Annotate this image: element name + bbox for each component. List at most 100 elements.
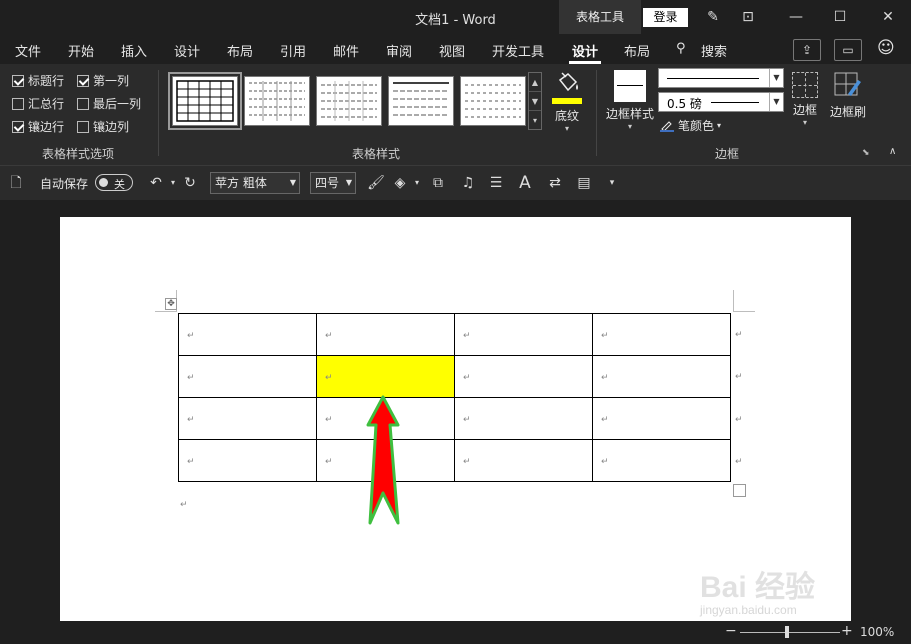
checkbox-box[interactable]: [12, 97, 24, 110]
border-styles-button[interactable]: 边框样式 ▾: [603, 68, 657, 138]
table-cell[interactable]: ↵: [592, 439, 731, 482]
tab-insert[interactable]: 插入: [121, 41, 147, 60]
zoom-level[interactable]: 100%: [860, 625, 894, 639]
checkbox-box[interactable]: [77, 120, 89, 133]
quick-access-toolbar: 🗋 自动保存 关 ↶ ▾ ↻ 苹方 粗体 ▼ 四号 ▼ 🖌 ◈ ▾ ⧉ ♫ ☰ …: [0, 166, 911, 200]
paragraph-format-icon[interactable]: ☰: [486, 172, 506, 194]
smiley-icon[interactable]: ☺: [877, 38, 895, 58]
checkbox-total-row[interactable]: 汇总行: [12, 95, 64, 112]
paragraph-mark: ↵: [463, 373, 471, 383]
table-cell[interactable]: ↵: [178, 397, 317, 440]
word-table[interactable]: ↵ ↵ ↵ ↵ ↵ ↵ ↵ ↵ ↵ ↵ ↵ ↵ ↵ ↵ ↵ ↵: [178, 313, 731, 482]
gallery-scroll[interactable]: ▲ ▼ ▾: [528, 72, 542, 130]
title-bar: 文档1 - Word 表格工具 登录 ✎ ⊡ — ☐ ✕: [0, 0, 911, 34]
customize-toolbar-icon[interactable]: ▾: [602, 172, 622, 194]
gallery-more-icon[interactable]: ▾: [529, 111, 541, 130]
tab-table-design[interactable]: 设计: [572, 41, 598, 60]
checkbox-header-row[interactable]: 标题行: [12, 72, 64, 89]
compare-icon[interactable]: ⇄: [545, 172, 565, 194]
pen-icon[interactable]: ✎: [701, 6, 725, 28]
table-cell[interactable]: ↵: [454, 355, 593, 398]
table-cell[interactable]: ↵: [178, 355, 317, 398]
tab-home[interactable]: 开始: [68, 41, 94, 60]
table-cell[interactable]: ↵: [592, 397, 731, 440]
table-cell[interactable]: ↵: [316, 313, 455, 356]
tab-table-layout[interactable]: 布局: [624, 41, 650, 60]
table-style-grid[interactable]: [168, 72, 242, 130]
page-setup-icon[interactable]: ▤: [574, 172, 594, 194]
table-cell[interactable]: ↵: [592, 313, 731, 356]
table-style-plain-3-preview: [393, 82, 449, 116]
text-style-icon[interactable]: A: [515, 172, 535, 194]
zoom-in-button[interactable]: +: [841, 623, 853, 639]
share-icon[interactable]: ⇪: [793, 39, 821, 61]
tab-developer[interactable]: 开发工具: [492, 41, 544, 60]
pen-color-button[interactable]: 笔颜色 ▾: [660, 117, 721, 134]
tab-layout[interactable]: 布局: [227, 41, 253, 60]
shading-button[interactable]: 底纹 ▾: [548, 68, 586, 138]
line-weight-select[interactable]: 0.5 磅 ▼: [658, 92, 784, 112]
maximize-icon[interactable]: ☐: [828, 6, 852, 28]
search-icon[interactable]: ⚲: [676, 41, 686, 56]
search-label[interactable]: 搜索: [701, 41, 727, 60]
new-document-icon[interactable]: 🗋: [6, 172, 26, 194]
zoom-slider-thumb[interactable]: [785, 626, 789, 638]
chevron-down-icon[interactable]: ▼: [290, 173, 296, 193]
close-icon[interactable]: ✕: [876, 6, 900, 28]
autosave-toggle[interactable]: 关: [95, 174, 133, 191]
tab-design[interactable]: 设计: [174, 41, 200, 60]
tab-mailings[interactable]: 邮件: [333, 41, 359, 60]
tab-references[interactable]: 引用: [280, 41, 306, 60]
checkbox-banded-rows[interactable]: 镶边行: [12, 118, 64, 135]
checkbox-box[interactable]: [12, 120, 24, 133]
redo-icon[interactable]: ↻: [180, 172, 200, 194]
table-style-plain-2[interactable]: [316, 76, 382, 126]
table-resize-handle[interactable]: [733, 484, 746, 497]
checkbox-banded-columns[interactable]: 镶边列: [77, 118, 129, 135]
collapse-ribbon-icon[interactable]: ∧: [889, 146, 896, 157]
zoom-slider-track[interactable]: [740, 632, 840, 633]
menu-bar: 文件 开始 插入 设计 布局 引用 邮件 审阅 视图 开发工具 设计 布局 ⚲ …: [0, 34, 911, 64]
format-painter-icon[interactable]: 🖌: [366, 172, 386, 194]
read-aloud-icon[interactable]: ♫: [458, 172, 478, 194]
table-cell[interactable]: ↵: [178, 439, 317, 482]
table-move-handle-icon[interactable]: ✥: [165, 298, 177, 310]
borders-button[interactable]: 边框 ▾: [789, 72, 821, 136]
font-size-select[interactable]: 四号 ▼: [310, 172, 356, 194]
checkbox-box[interactable]: [77, 74, 89, 87]
table-cell[interactable]: ↵: [178, 313, 317, 356]
minimize-icon[interactable]: —: [784, 6, 808, 28]
autosave-state: 关: [114, 178, 125, 191]
chevron-down-icon[interactable]: ▼: [769, 93, 783, 111]
checkbox-box[interactable]: [77, 97, 89, 110]
shaded-table-cell[interactable]: ↵: [316, 355, 455, 398]
font-name-select[interactable]: 苹方 粗体 ▼: [210, 172, 300, 194]
tab-file[interactable]: 文件: [15, 41, 41, 60]
zoom-out-button[interactable]: −: [725, 623, 737, 639]
chevron-down-icon[interactable]: ▼: [346, 173, 352, 193]
table-row: ↵ ↵ ↵ ↵: [178, 397, 731, 440]
border-painter-button[interactable]: 边框刷: [827, 72, 869, 136]
gallery-down-icon[interactable]: ▼: [529, 92, 541, 111]
dialog-launcher-icon[interactable]: ⬊: [862, 148, 870, 158]
checkbox-last-column[interactable]: 最后一列: [77, 95, 141, 112]
ribbon-display-icon[interactable]: ⊡: [736, 6, 760, 28]
table-style-plain-1[interactable]: [244, 76, 310, 126]
table-cell[interactable]: ↵: [454, 397, 593, 440]
line-style-select[interactable]: ▼: [658, 68, 784, 88]
checkbox-first-column[interactable]: 第一列: [77, 72, 129, 89]
table-cell[interactable]: ↵: [454, 439, 593, 482]
gallery-up-icon[interactable]: ▲: [529, 73, 541, 92]
table-style-plain-3[interactable]: [388, 76, 454, 126]
tab-view[interactable]: 视图: [439, 41, 465, 60]
table-cell[interactable]: ↵: [592, 355, 731, 398]
tab-review[interactable]: 审阅: [386, 41, 412, 60]
comment-icon[interactable]: ▭: [834, 39, 862, 61]
table-cell[interactable]: ↵: [454, 313, 593, 356]
shapes-dropdown-icon[interactable]: ▾: [407, 172, 427, 194]
insert-picture-icon[interactable]: ⧉: [428, 172, 448, 194]
login-button[interactable]: 登录: [643, 8, 688, 27]
chevron-down-icon[interactable]: ▼: [769, 69, 783, 87]
checkbox-box[interactable]: [12, 74, 24, 87]
table-style-plain-4[interactable]: [460, 76, 526, 126]
